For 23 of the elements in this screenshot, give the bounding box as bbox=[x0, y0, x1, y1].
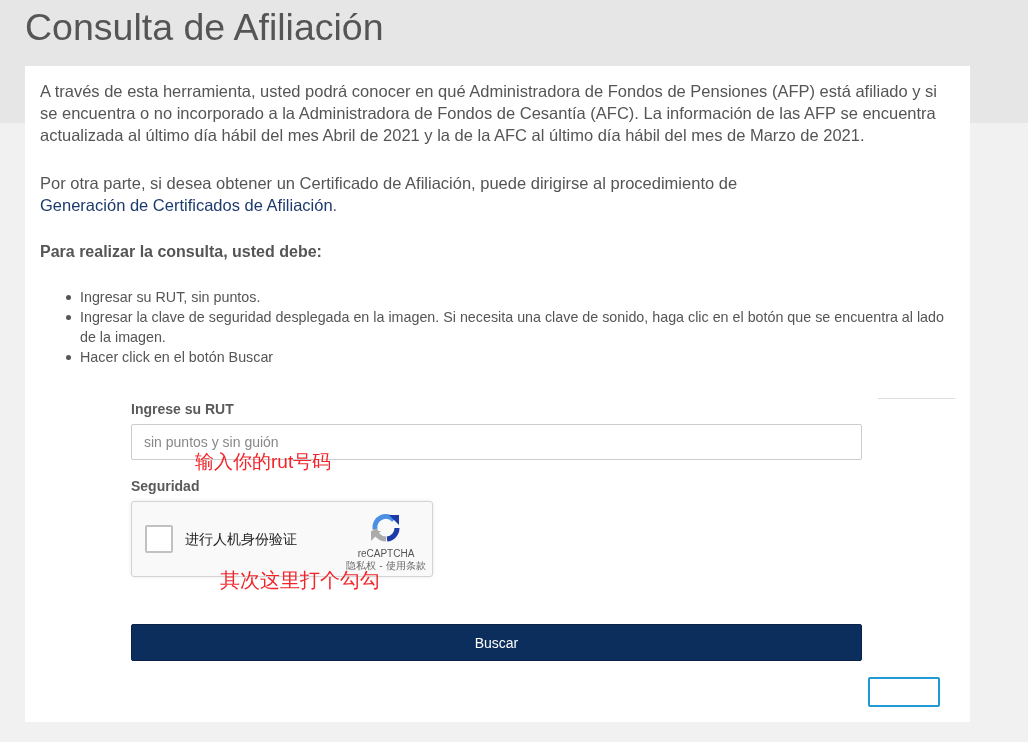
captcha-label: 进行人机身份验证 bbox=[185, 530, 297, 549]
security-label: Seguridad bbox=[131, 477, 201, 496]
circular-arrows-icon bbox=[370, 512, 402, 544]
intro-paragraph: A través de esta herramienta, usted podrá conocer en qué Administradora de Fondos de Pensiones (AFP) está afiliado y si se encuentra o no incorporado a la Administradora de Fondos de Cesantía (AFC). La información de las AFP se encuentra actualizada al último día hábil del mes Abril de 2021 y la de la AFC al último día hábil del mes de Marzo de 2021. bbox=[40, 81, 938, 146]
page-title: Consulta de Afiliación bbox=[25, 5, 384, 49]
search-button[interactable]: Buscar bbox=[131, 624, 862, 661]
link-separator: - bbox=[379, 560, 383, 571]
brand-label: reCAPTCHA bbox=[357, 548, 415, 560]
bullet-icon bbox=[66, 295, 71, 300]
instructions-heading: Para realizar la consulta, usted debe: bbox=[40, 242, 323, 262]
certificate-paragraph: Por otra parte, si desea obtener un Certificado de Afiliación, puede dirigirse al procedimiento de Generación de Certificados de Afiliación. bbox=[40, 173, 739, 216]
captcha-link[interactable]: 使用条款 bbox=[385, 560, 426, 571]
outlined-button[interactable] bbox=[868, 677, 940, 707]
captcha-link[interactable]: 隐私权 bbox=[346, 560, 377, 571]
certificate-link[interactable]: Generación de Certificados de Afiliación bbox=[40, 196, 333, 214]
captcha-checkbox[interactable] bbox=[145, 525, 173, 553]
bullet-icon bbox=[66, 355, 71, 360]
bullet-icon bbox=[66, 315, 71, 320]
annotation-text: 其次这里打个勾勾 bbox=[220, 570, 380, 590]
rut-label: Ingrese su RUT bbox=[131, 400, 235, 419]
step-text: Ingresar la clave de seguridad desplegada en la imagen. Si necesita una clave de sonido, haga clic en el botón que se encuentra al lado de la imagen. bbox=[80, 308, 945, 347]
step-text: Ingresar su RUT, sin puntos. bbox=[80, 288, 262, 307]
step-text: Hacer click en el botón Buscar bbox=[80, 348, 275, 367]
